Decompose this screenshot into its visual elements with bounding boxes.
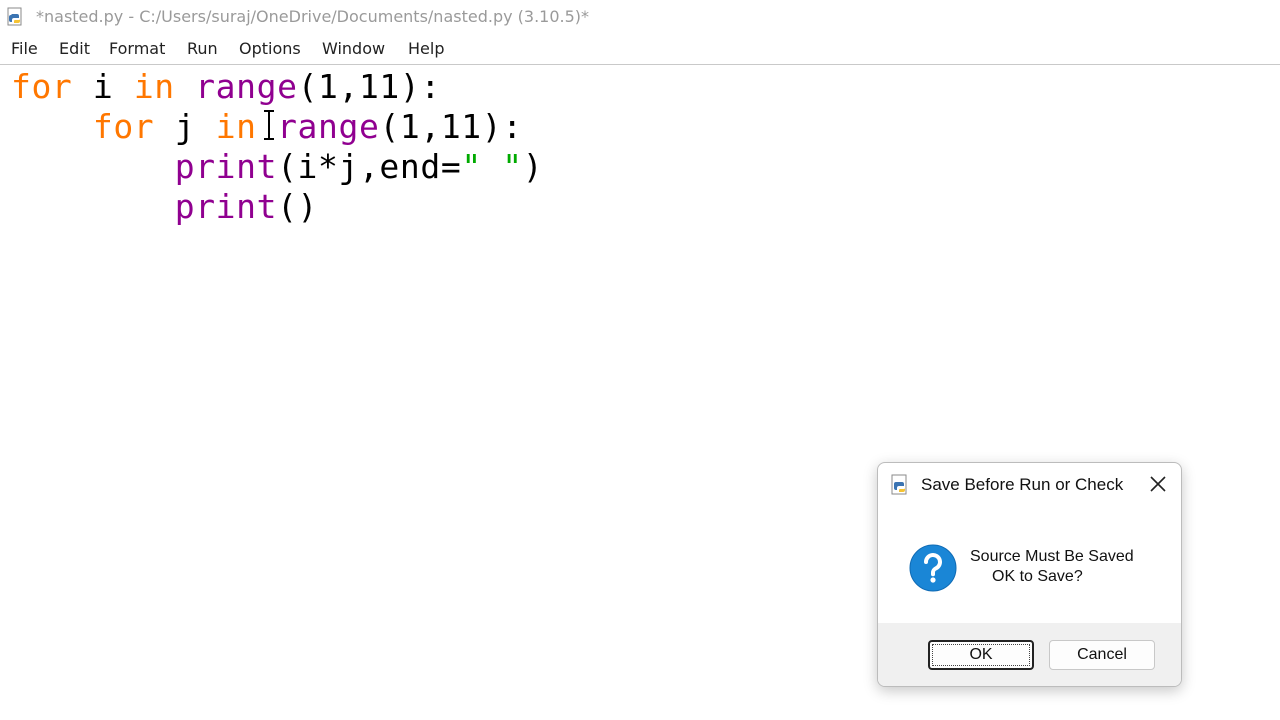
ok-button[interactable]: OK — [928, 640, 1034, 670]
python-file-icon — [7, 7, 22, 26]
code-token: range — [277, 107, 380, 146]
question-icon — [909, 544, 957, 592]
menu-file[interactable]: File — [11, 39, 38, 58]
menu-help[interactable]: Help — [408, 39, 444, 58]
dialog-title-bar: Save Before Run or Check — [878, 463, 1181, 507]
menu-bar: File Edit Format Run Options Window Help — [0, 34, 1280, 65]
code-line-4: print() — [11, 187, 318, 227]
python-icon — [891, 474, 907, 495]
dialog-message-line2: OK to Save? — [992, 568, 1083, 585]
dialog-message-line1: Source Must Be Saved — [970, 548, 1134, 565]
idle-editor-window: *nasted.py - C:/Users/suraj/OneDrive/Doc… — [0, 0, 1280, 720]
code-token: (i*j,end= — [277, 147, 462, 186]
code-token: ) — [522, 147, 544, 186]
code-line-1: for i in range(1,11): — [11, 67, 441, 107]
code-token: i — [72, 67, 134, 106]
menu-run[interactable]: Run — [187, 39, 218, 58]
save-before-run-dialog: Save Before Run or Check Source Must Be … — [877, 462, 1182, 687]
code-line-3: print(i*j,end=" ") — [11, 147, 543, 187]
code-token: for — [92, 107, 155, 146]
dialog-title: Save Before Run or Check — [921, 475, 1124, 494]
code-token: () — [277, 187, 319, 226]
cancel-button[interactable]: Cancel — [1049, 640, 1155, 670]
code-token: (1,11): — [297, 67, 441, 106]
window-title: *nasted.py - C:/Users/suraj/OneDrive/Doc… — [36, 7, 590, 26]
menu-format[interactable]: Format — [109, 39, 165, 58]
code-token: print — [174, 187, 278, 226]
close-button[interactable] — [1145, 471, 1171, 497]
menu-options[interactable]: Options — [239, 39, 301, 58]
dialog-footer: OK Cancel — [878, 623, 1181, 686]
code-token: for — [11, 67, 73, 106]
dialog-body: Source Must Be Saved OK to Save? — [878, 507, 1181, 623]
code-token: in — [215, 107, 257, 146]
code-token: j — [154, 107, 216, 146]
title-bar: *nasted.py - C:/Users/suraj/OneDrive/Doc… — [0, 0, 1280, 34]
code-token: (1,11): — [379, 107, 523, 146]
text-cursor-icon — [264, 110, 274, 140]
code-token: " " — [461, 147, 523, 186]
close-icon — [1150, 476, 1166, 492]
code-token: range — [195, 67, 298, 106]
code-token: print — [174, 147, 278, 186]
menu-edit[interactable]: Edit — [59, 39, 90, 58]
code-token: in — [133, 67, 175, 106]
menu-window[interactable]: Window — [322, 39, 385, 58]
